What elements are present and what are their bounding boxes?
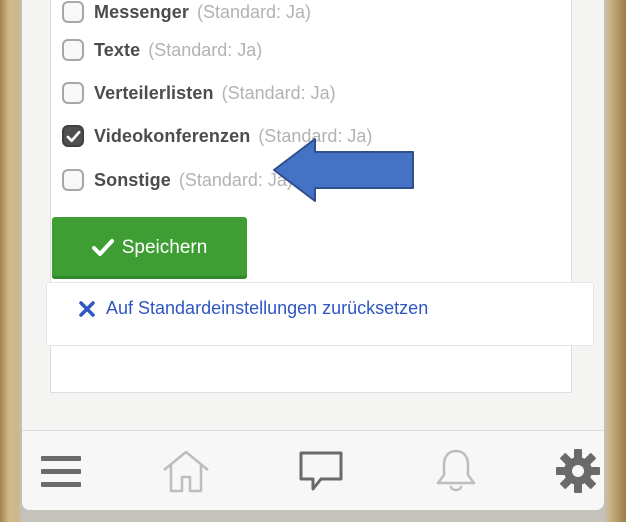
home-icon[interactable]	[158, 443, 214, 499]
menu-icon[interactable]	[33, 443, 89, 499]
gear-icon[interactable]	[550, 443, 604, 499]
sonstige-checkbox[interactable]	[62, 169, 84, 191]
option-texte[interactable]: Texte (Standard: Ja)	[62, 36, 262, 64]
checkmark-icon	[66, 130, 80, 142]
option-default: (Standard: Ja)	[221, 82, 336, 103]
option-label: Verteilerlisten	[94, 82, 214, 103]
option-label: Sonstige	[94, 169, 171, 190]
save-button[interactable]: Speichern	[52, 217, 247, 279]
bell-icon[interactable]	[428, 443, 484, 499]
save-label: Speichern	[121, 237, 208, 258]
option-label: Texte	[94, 39, 141, 60]
bottom-tab-bar	[22, 430, 604, 510]
messenger-checkbox[interactable]	[62, 1, 84, 23]
option-default: (Standard: Ja)	[196, 1, 312, 22]
texte-checkbox[interactable]	[62, 39, 84, 61]
reset-label: Auf Standardeinstellungen zurücksetzen	[106, 298, 429, 318]
option-default: (Standard: Ja)	[148, 39, 263, 60]
option-messenger[interactable]: Messenger (Standard: Ja)	[62, 0, 311, 26]
videokonferenzen-checkbox[interactable]	[62, 125, 84, 147]
phone-screen: Messenger (Standard: Ja) Texte (Standard…	[22, 0, 604, 510]
close-icon	[79, 300, 95, 317]
verteilerlisten-checkbox[interactable]	[62, 82, 84, 104]
option-label: Messenger	[94, 1, 189, 22]
reset-defaults-link[interactable]: Auf Standardeinstellungen zurücksetzen	[78, 298, 428, 319]
option-sonstige[interactable]: Sonstige (Standard: Ja)	[62, 166, 293, 194]
option-label: Videokonferenzen	[94, 125, 251, 146]
annotation-arrow-icon	[273, 138, 414, 202]
checkmark-icon	[91, 239, 114, 256]
option-verteilerlisten[interactable]: Verteilerlisten (Standard: Ja)	[62, 79, 336, 107]
chat-icon[interactable]	[293, 443, 349, 499]
